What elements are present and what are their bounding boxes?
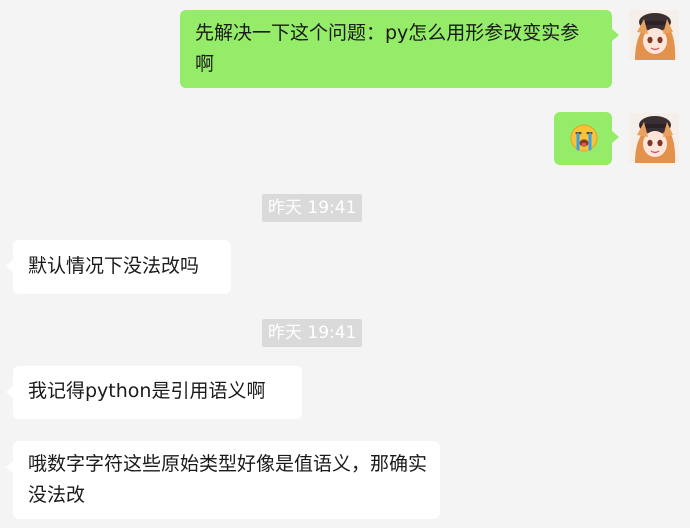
timestamp: 昨天 19:41 <box>262 319 363 347</box>
message-bubble-self-emoji[interactable] <box>554 112 619 165</box>
anime-avatar-icon <box>629 10 679 60</box>
self-avatar[interactable] <box>629 10 679 60</box>
crying-emoji-icon <box>570 124 598 152</box>
message-text: 先解决一下这个问题：py怎么用形参改变实参啊 <box>195 22 580 75</box>
message-text: 哦数字字符这些原始类型好像是值语义，那确实没法改 <box>28 453 428 506</box>
message-text: 默认情况下没法改吗 <box>28 255 200 277</box>
message-bubble-self[interactable]: 先解决一下这个问题：py怎么用形参改变实参啊 <box>180 10 619 88</box>
message-bubble-peer[interactable]: 默认情况下没法改吗 <box>6 240 231 294</box>
timestamp: 昨天 19:41 <box>262 194 363 222</box>
message-bubble-peer[interactable]: 我记得python是引用语义啊 <box>6 366 302 419</box>
message-text: 我记得python是引用语义啊 <box>28 380 266 402</box>
anime-avatar-icon <box>629 113 679 163</box>
message-bubble-peer[interactable]: 哦数字字符这些原始类型好像是值语义，那确实没法改 <box>6 441 440 519</box>
self-avatar[interactable] <box>629 113 679 163</box>
